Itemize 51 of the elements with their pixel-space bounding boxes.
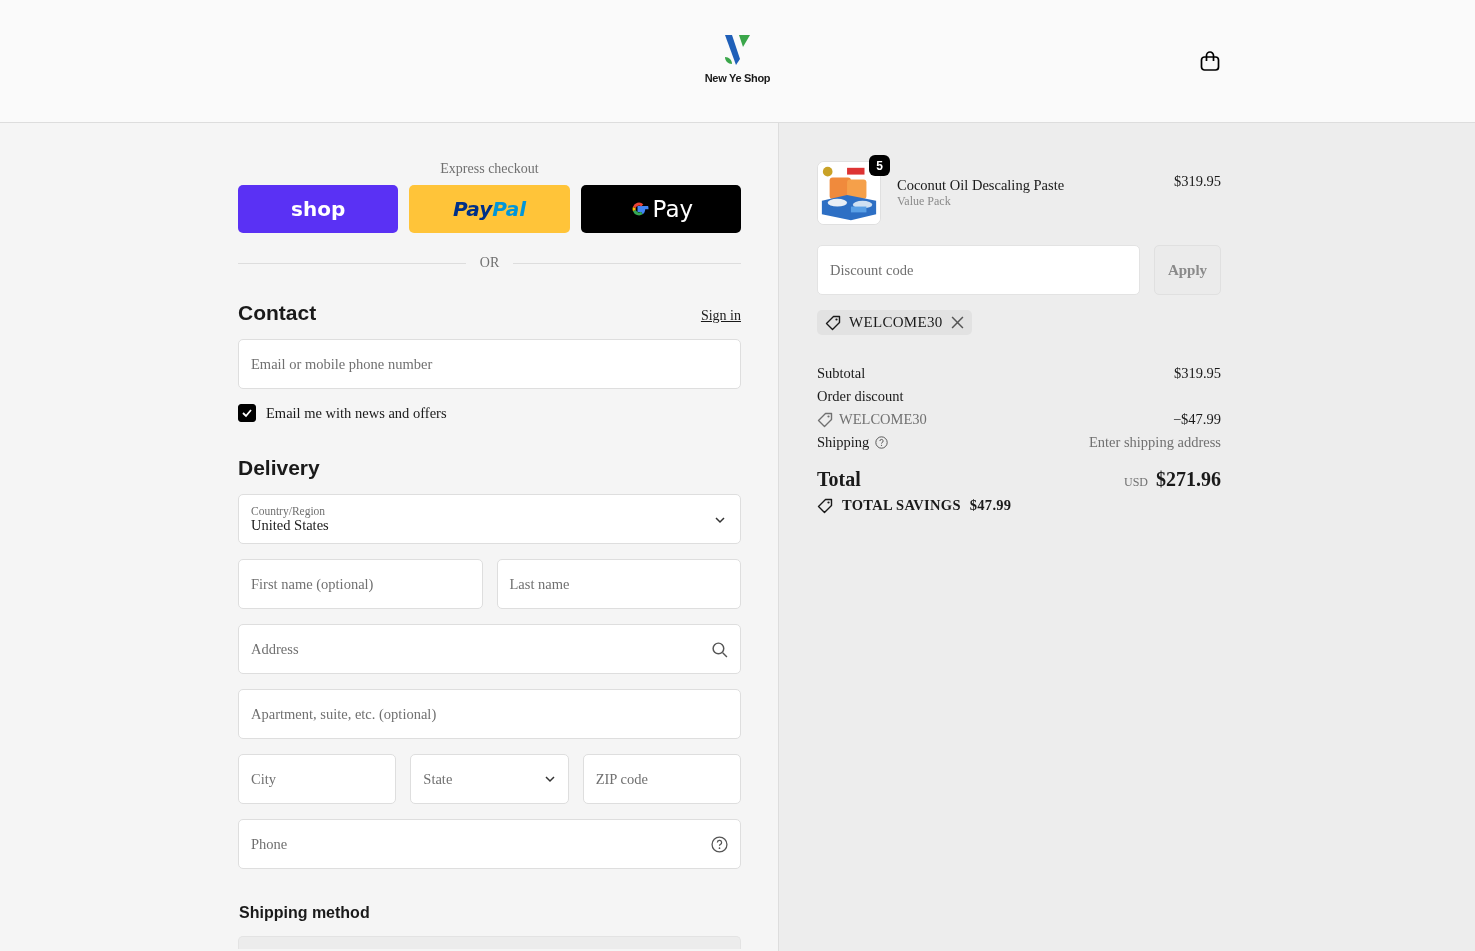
currency-code: USD — [1124, 475, 1148, 490]
subtotal-label: Subtotal — [817, 365, 866, 382]
total-savings-label: TOTAL SAVINGS — [842, 497, 961, 514]
country-select[interactable]: Country/Region United States — [238, 494, 741, 544]
apartment-field[interactable]: Apartment, suite, etc. (optional) — [238, 689, 741, 739]
contact-heading: Contact — [238, 301, 317, 325]
tag-icon — [825, 314, 841, 331]
discount-chip-code: WELCOME30 — [849, 314, 943, 331]
city-field[interactable]: City — [238, 754, 397, 804]
newsletter-label: Email me with news and offers — [266, 404, 447, 422]
apply-button[interactable]: Apply — [1154, 245, 1221, 295]
state-select[interactable]: State — [410, 754, 569, 804]
google-pay-button[interactable]: Pay — [580, 185, 741, 233]
delivery-heading: Delivery — [238, 456, 320, 480]
quantity-badge: 5 — [869, 155, 890, 176]
product-variant: Value Pack — [897, 194, 952, 209]
product-name: Coconut Oil Descaling Paste — [897, 177, 1065, 194]
checkmark-icon — [241, 407, 253, 419]
discount-code-label: WELCOME30 — [839, 411, 927, 428]
product-price: $319.95 — [1173, 173, 1221, 190]
discount-value: −$47.99 — [1172, 411, 1221, 428]
shipping-value: Enter shipping address — [1088, 434, 1221, 451]
email-field[interactable]: Email or mobile phone number — [238, 339, 741, 389]
help-icon — [875, 436, 889, 449]
shop-pay-button[interactable]: shop — [238, 185, 399, 233]
address-field[interactable]: Address — [238, 624, 741, 674]
total-label: Total — [817, 468, 861, 491]
zip-code-field[interactable]: ZIP code — [582, 754, 741, 804]
phone-field[interactable]: Phone — [238, 819, 741, 869]
discount-code-field[interactable]: Discount code — [817, 245, 1140, 295]
shop-name: New Ye Shop — [704, 71, 771, 84]
total-savings-value: $47.99 — [969, 497, 1012, 514]
chevron-down-icon — [714, 514, 726, 526]
last-name-field[interactable]: Last name — [496, 559, 741, 609]
total-value: $271.96 — [1156, 468, 1221, 491]
subtotal-value: $319.95 — [1173, 365, 1221, 382]
shopping-bag-icon[interactable] — [1199, 50, 1221, 72]
help-icon — [711, 835, 728, 853]
sign-in-link[interactable]: Sign in — [700, 308, 741, 324]
paypal-button[interactable]: PayPal — [409, 185, 570, 233]
shipping-label: Shipping — [817, 434, 870, 451]
chevron-down-icon — [543, 773, 556, 785]
shipping-method-heading: Shipping method — [239, 904, 371, 922]
or-divider-text: OR — [479, 255, 500, 271]
express-checkout-title: Express checkout — [440, 161, 539, 177]
close-icon[interactable] — [950, 316, 964, 329]
newsletter-checkbox[interactable] — [238, 404, 256, 422]
tag-icon — [817, 411, 833, 428]
order-discount-label: Order discount — [817, 388, 904, 405]
first-name-field[interactable]: First name (optional) — [238, 559, 483, 609]
search-icon — [711, 640, 728, 658]
